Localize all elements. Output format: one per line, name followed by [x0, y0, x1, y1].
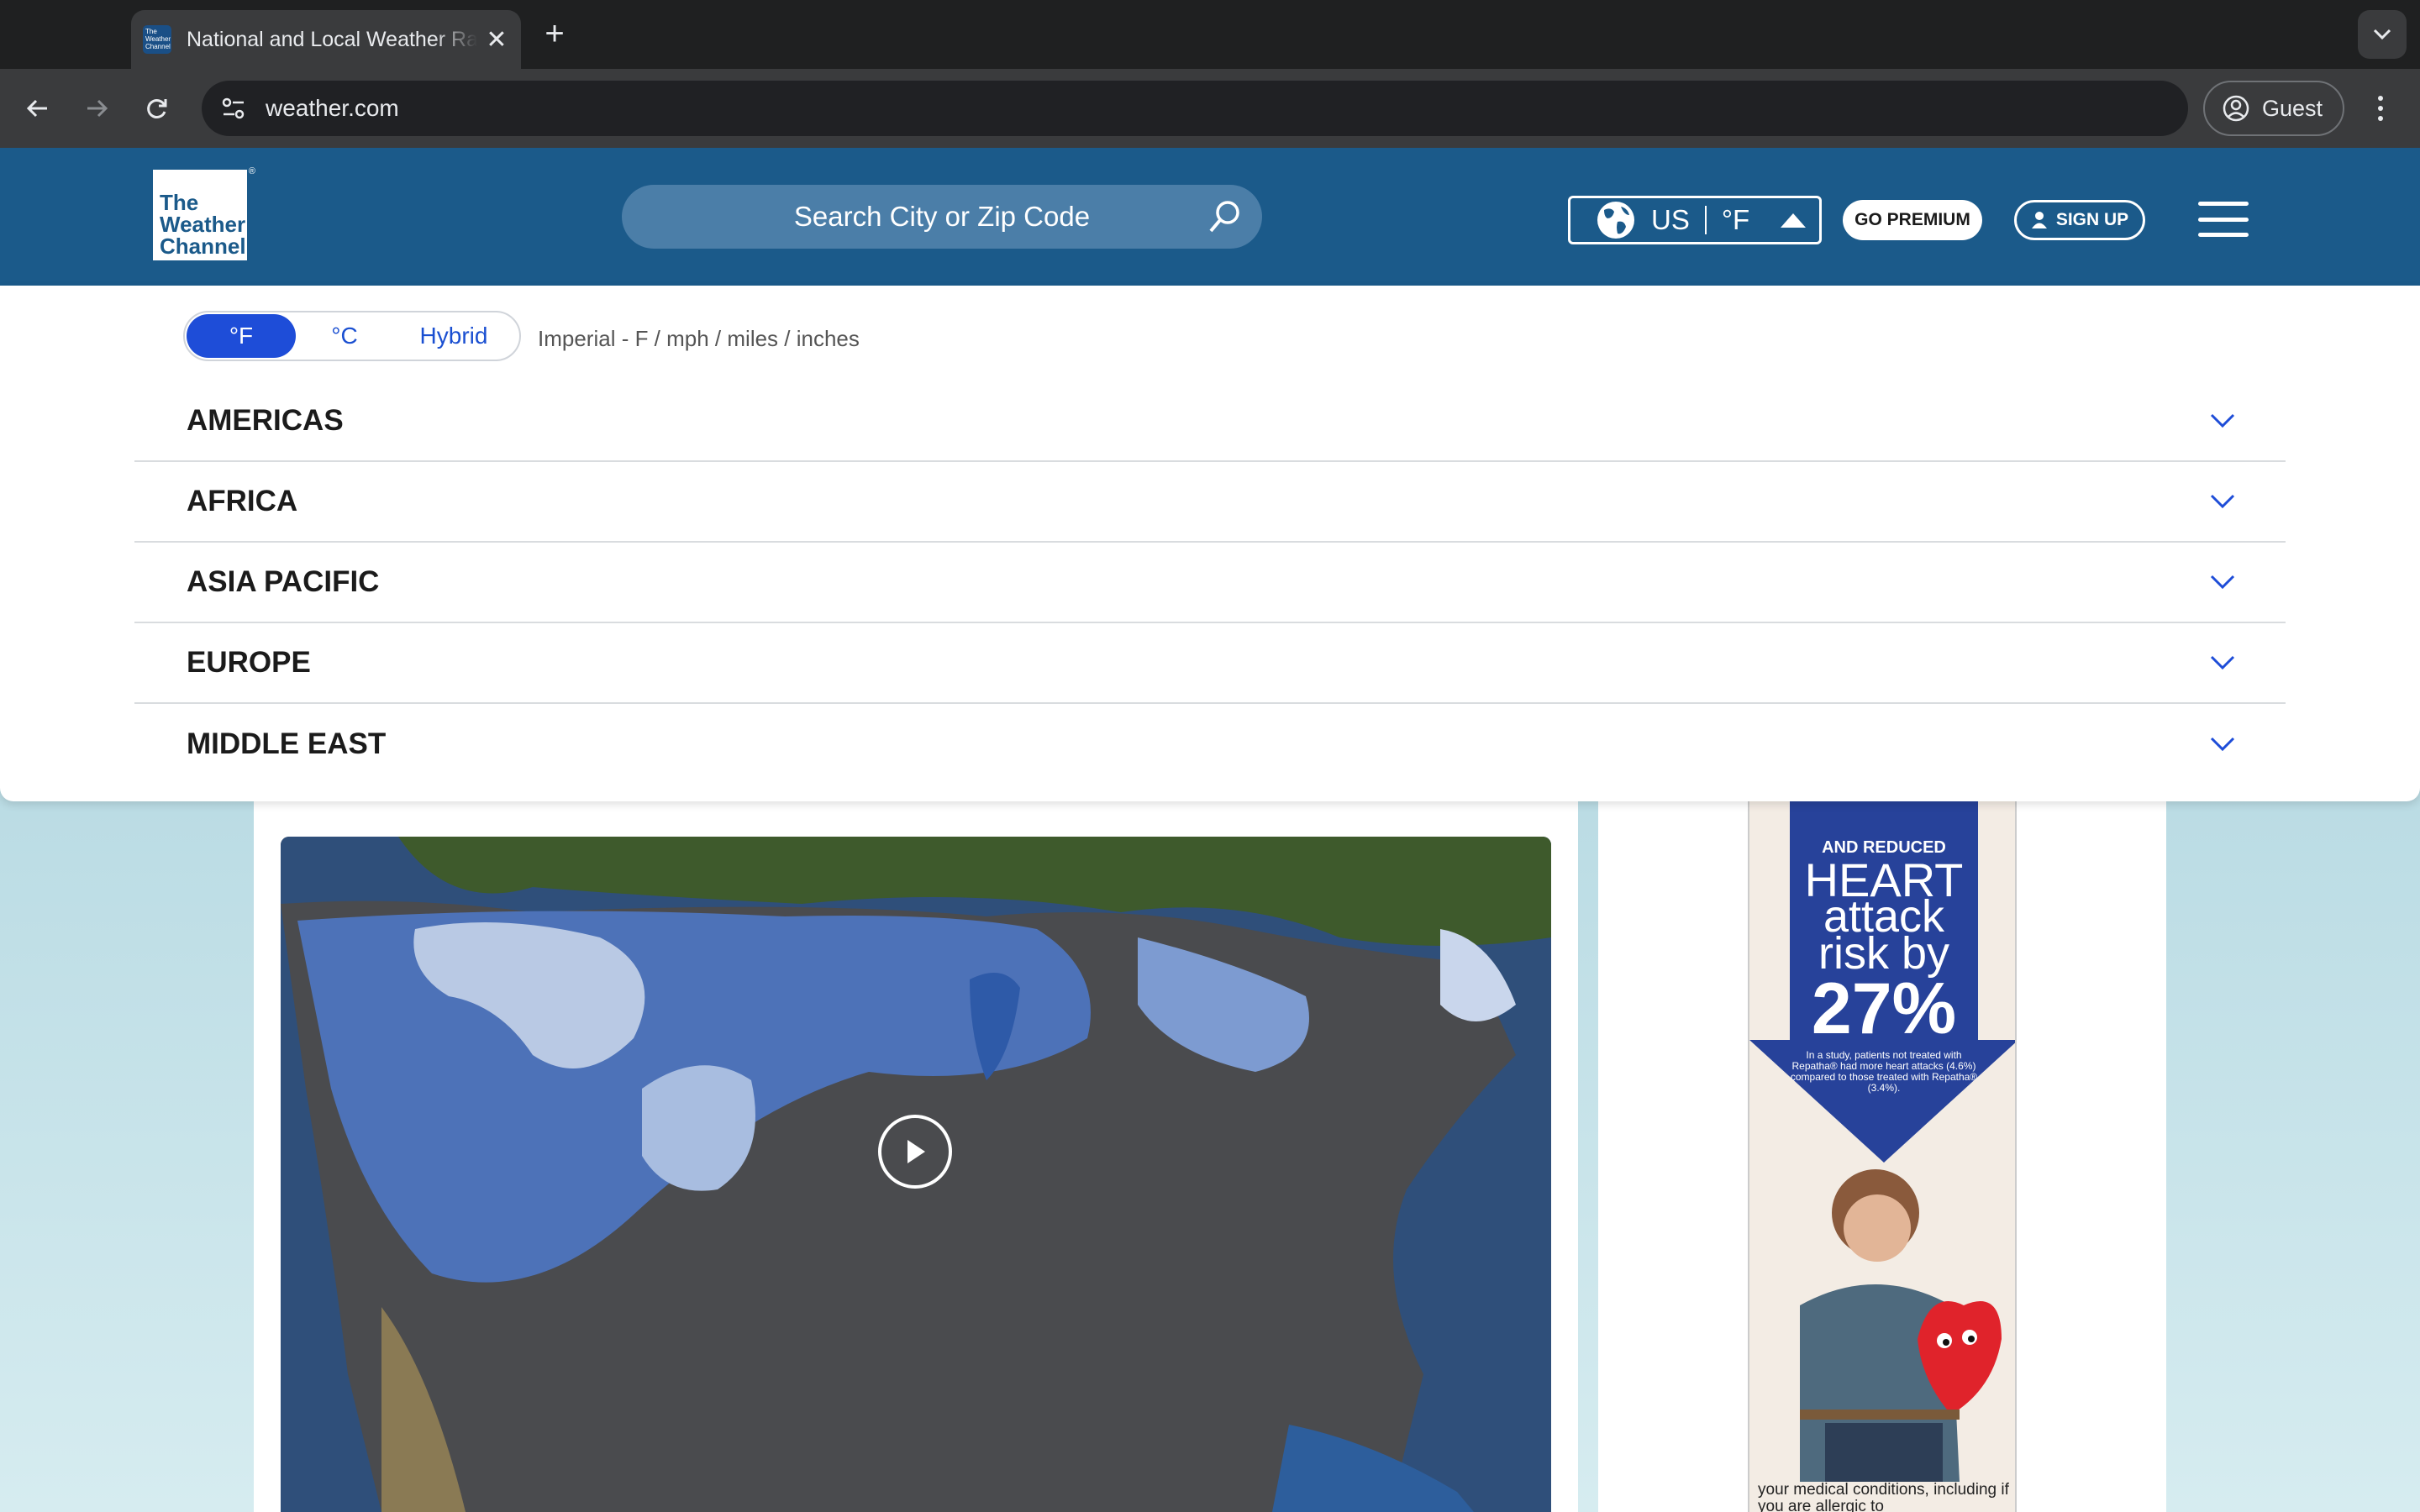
browser-menu-icon[interactable]	[2368, 87, 2393, 129]
region-row-africa[interactable]: AFRICA	[134, 462, 2286, 543]
region-country: US	[1651, 204, 1690, 235]
arrow-left-icon	[26, 99, 47, 118]
units-region-dropdown: °F °C Hybrid Imperial - F / mph / miles …	[0, 286, 2420, 801]
region-row-asia-pacific[interactable]: ASIA PACIFIC	[134, 543, 2286, 623]
advertisement[interactable]: AND REDUCED HEART attack risk by 27% In …	[1748, 801, 2017, 1512]
user-icon	[2031, 212, 2047, 228]
play-button[interactable]	[878, 1115, 952, 1189]
profile-label: Guest	[2262, 95, 2323, 121]
forward-button[interactable]	[76, 87, 118, 129]
globe-icon	[1597, 202, 1634, 239]
unit-toggle-group: °F °C Hybrid	[183, 311, 521, 361]
registered-mark-icon: ®	[248, 166, 255, 176]
browser-tab[interactable]: The Weather Channel National and Local W…	[131, 10, 521, 69]
hamburger-menu-icon[interactable]	[2198, 202, 2249, 237]
region-label: AFRICA	[187, 485, 298, 517]
caret-up-icon	[1781, 213, 1806, 228]
chevron-down-icon	[2210, 737, 2235, 752]
sign-up-label: SIGN UP	[2055, 210, 2129, 229]
close-tab-icon[interactable]: ✕	[484, 25, 509, 55]
logo-line: The	[160, 190, 199, 215]
region-label: ASIA PACIFIC	[187, 565, 380, 598]
chevron-down-icon	[2210, 655, 2235, 670]
region-unit: °F	[1721, 204, 1750, 235]
play-icon	[908, 1140, 925, 1163]
chevron-down-icon	[2210, 413, 2235, 428]
ad-disclaimer: your medical conditions, including if yo…	[1758, 1481, 2009, 1512]
chevron-down-icon	[2210, 494, 2235, 509]
reload-button[interactable]	[136, 87, 178, 129]
ad-text: 27%	[1811, 969, 1957, 1049]
go-premium-button[interactable]: GO PREMIUM	[1843, 200, 1982, 240]
weather-map-video[interactable]	[281, 837, 1551, 1512]
main-content-card	[254, 801, 1578, 1512]
region-unit-selector[interactable]: US °F	[1568, 196, 1822, 244]
chevron-down-icon	[2373, 29, 2391, 40]
back-button[interactable]	[17, 87, 59, 129]
sign-up-button[interactable]: SIGN UP	[2014, 200, 2145, 240]
url-text[interactable]: weather.com	[266, 95, 399, 122]
address-bar[interactable]: weather.com	[202, 81, 2188, 136]
unit-description: Imperial - F / mph / miles / inches	[538, 326, 860, 351]
unit-option-celsius[interactable]: °C	[301, 314, 388, 358]
reload-icon	[147, 99, 167, 118]
region-row-americas[interactable]: AMERICAS	[134, 381, 2286, 462]
logo-line: Weather	[160, 212, 246, 237]
region-label: EUROPE	[187, 646, 311, 679]
search-icon[interactable]	[1207, 198, 1244, 235]
search-placeholder: Search City or Zip Code	[793, 201, 1091, 232]
logo-line: Channel	[160, 234, 246, 259]
region-label: MIDDLE EAST	[187, 727, 387, 760]
browser-toolbar: weather.com Guest	[0, 69, 2420, 148]
tab-title: National and Local Weather Radar, Daily …	[187, 27, 477, 51]
site-header: The Weather Channel ® Search City or Zip…	[0, 148, 2420, 286]
ad-fine-print: In a study, patients not treated with Re…	[1790, 1049, 1978, 1094]
unit-option-hybrid[interactable]: Hybrid	[392, 314, 516, 358]
location-search-input[interactable]: Search City or Zip Code	[622, 185, 1262, 249]
region-label: AMERICAS	[187, 404, 344, 437]
divider	[1704, 206, 1707, 234]
sidebar-ad-card: AND REDUCED HEART attack risk by 27% In …	[1598, 801, 2166, 1512]
profile-icon	[2223, 95, 2249, 122]
unit-option-fahrenheit[interactable]: °F	[187, 314, 296, 358]
browser-tab-bar: The Weather Channel National and Local W…	[0, 0, 2420, 69]
chevron-down-icon	[2210, 575, 2235, 590]
weather-channel-logo[interactable]: The Weather Channel ®	[153, 166, 255, 260]
profile-button[interactable]: Guest	[2203, 81, 2344, 136]
arrow-right-icon	[87, 99, 108, 118]
site-info-icon[interactable]	[217, 92, 250, 125]
region-row-europe[interactable]: EUROPE	[134, 623, 2286, 704]
ad-illustration	[1800, 1169, 2002, 1482]
weather-channel-favicon: The Weather Channel	[143, 25, 171, 54]
region-row-middle-east[interactable]: MIDDLE EAST	[134, 704, 2286, 785]
tab-search-button[interactable]	[2358, 10, 2407, 59]
new-tab-icon[interactable]: +	[538, 15, 571, 53]
